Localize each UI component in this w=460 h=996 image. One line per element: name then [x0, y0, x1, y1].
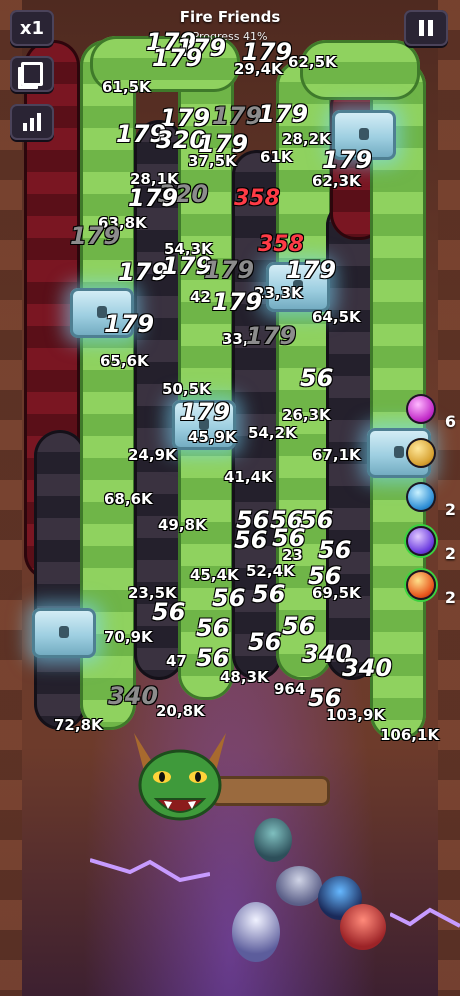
chest-icon: [32, 608, 96, 658]
lightning-orb-icon: [406, 526, 436, 556]
damage-number: 340: [108, 682, 159, 710]
damage-number: 64,5K: [312, 308, 361, 326]
hero-character: [276, 866, 322, 906]
damage-number: 41,4K: [224, 468, 273, 486]
damage-number: 56: [234, 526, 268, 554]
damage-number: 179: [322, 146, 373, 174]
fire-orb-icon: [406, 570, 436, 600]
damage-number: 179: [152, 44, 203, 72]
damage-number: 70,9K: [104, 628, 153, 646]
damage-number: 69,5K: [312, 584, 361, 602]
lightning-bolt-effect: [90, 858, 210, 883]
damage-number: 56: [212, 584, 246, 612]
pink-orb-icon: [406, 394, 436, 424]
damage-number: 358: [258, 232, 304, 257]
damage-number: 179: [128, 184, 179, 212]
damage-number: 106,1K: [380, 726, 440, 744]
damage-number: 103,9K: [326, 706, 386, 724]
level-progress: Progress 41%: [192, 30, 268, 43]
stats-button[interactable]: [10, 104, 54, 140]
hero-character: [254, 818, 292, 862]
damage-number: 54,2K: [248, 424, 297, 442]
damage-number: 62,5K: [288, 53, 337, 71]
damage-number: 52,4K: [246, 562, 295, 580]
damage-number: 48,3K: [220, 668, 269, 686]
damage-number: 179: [212, 102, 263, 130]
damage-number: 26,3K: [282, 406, 331, 424]
damage-number: 179: [118, 258, 169, 286]
damage-number: 49,8K: [158, 516, 207, 534]
left-cliff: [0, 0, 22, 996]
damage-number: 56: [152, 598, 186, 626]
level-title: Fire Friends: [179, 8, 281, 26]
cards-icon: [21, 62, 43, 86]
damage-number: 24,9K: [128, 446, 177, 464]
right-cliff: [438, 0, 460, 996]
bar-chart-icon: [23, 113, 41, 131]
damage-number: 56: [196, 614, 230, 642]
damage-number: 56: [252, 580, 286, 608]
damage-number: 179: [180, 398, 231, 426]
damage-number: 29,4K: [234, 60, 283, 78]
cards-button[interactable]: [10, 56, 54, 92]
skill-count: 2: [444, 544, 456, 563]
ice-shard-icon: [406, 482, 436, 512]
damage-number: 179: [212, 288, 263, 316]
damage-number: 20,8K: [156, 702, 205, 720]
damage-number: 56: [282, 612, 316, 640]
damage-number: 56: [318, 536, 352, 564]
damage-number: 179: [204, 256, 255, 284]
damage-number: 964: [274, 680, 306, 698]
damage-number: 179: [246, 322, 297, 350]
damage-number: 56: [300, 364, 334, 392]
damage-number: 50,5K: [162, 380, 211, 398]
hero-character: [340, 904, 386, 950]
damage-number: 340: [342, 654, 393, 682]
skill-count: 2: [444, 588, 456, 607]
damage-number: 37,5K: [188, 152, 237, 170]
damage-number: 68,6K: [104, 490, 153, 508]
damage-number: 42: [190, 288, 211, 306]
damage-number: 65,6K: [100, 352, 149, 370]
damage-number: 72,8K: [54, 716, 103, 734]
damage-number: 61,5K: [102, 78, 151, 96]
gold-coin-icon: [406, 438, 436, 468]
skill-count: 6: [444, 412, 456, 431]
lightning-bolt-effect: [390, 907, 460, 928]
damage-number: 45,4K: [190, 566, 239, 584]
damage-number: 56: [248, 628, 282, 656]
damage-number: 47: [166, 652, 187, 670]
damage-number: 179: [104, 310, 155, 338]
dragon-hero: [134, 733, 226, 821]
damage-number: 179: [258, 100, 309, 128]
skill-count: 2: [444, 500, 456, 519]
damage-number: 179: [286, 256, 337, 284]
damage-number: 179: [70, 222, 121, 250]
hero-character: [232, 902, 280, 962]
damage-number: 358: [234, 186, 280, 211]
damage-number: 61K: [260, 148, 293, 166]
damage-number: 45,9K: [188, 428, 237, 446]
damage-number: 67,1K: [312, 446, 361, 464]
damage-number: 62,3K: [312, 172, 361, 190]
dark-snake-segment: [34, 430, 86, 730]
